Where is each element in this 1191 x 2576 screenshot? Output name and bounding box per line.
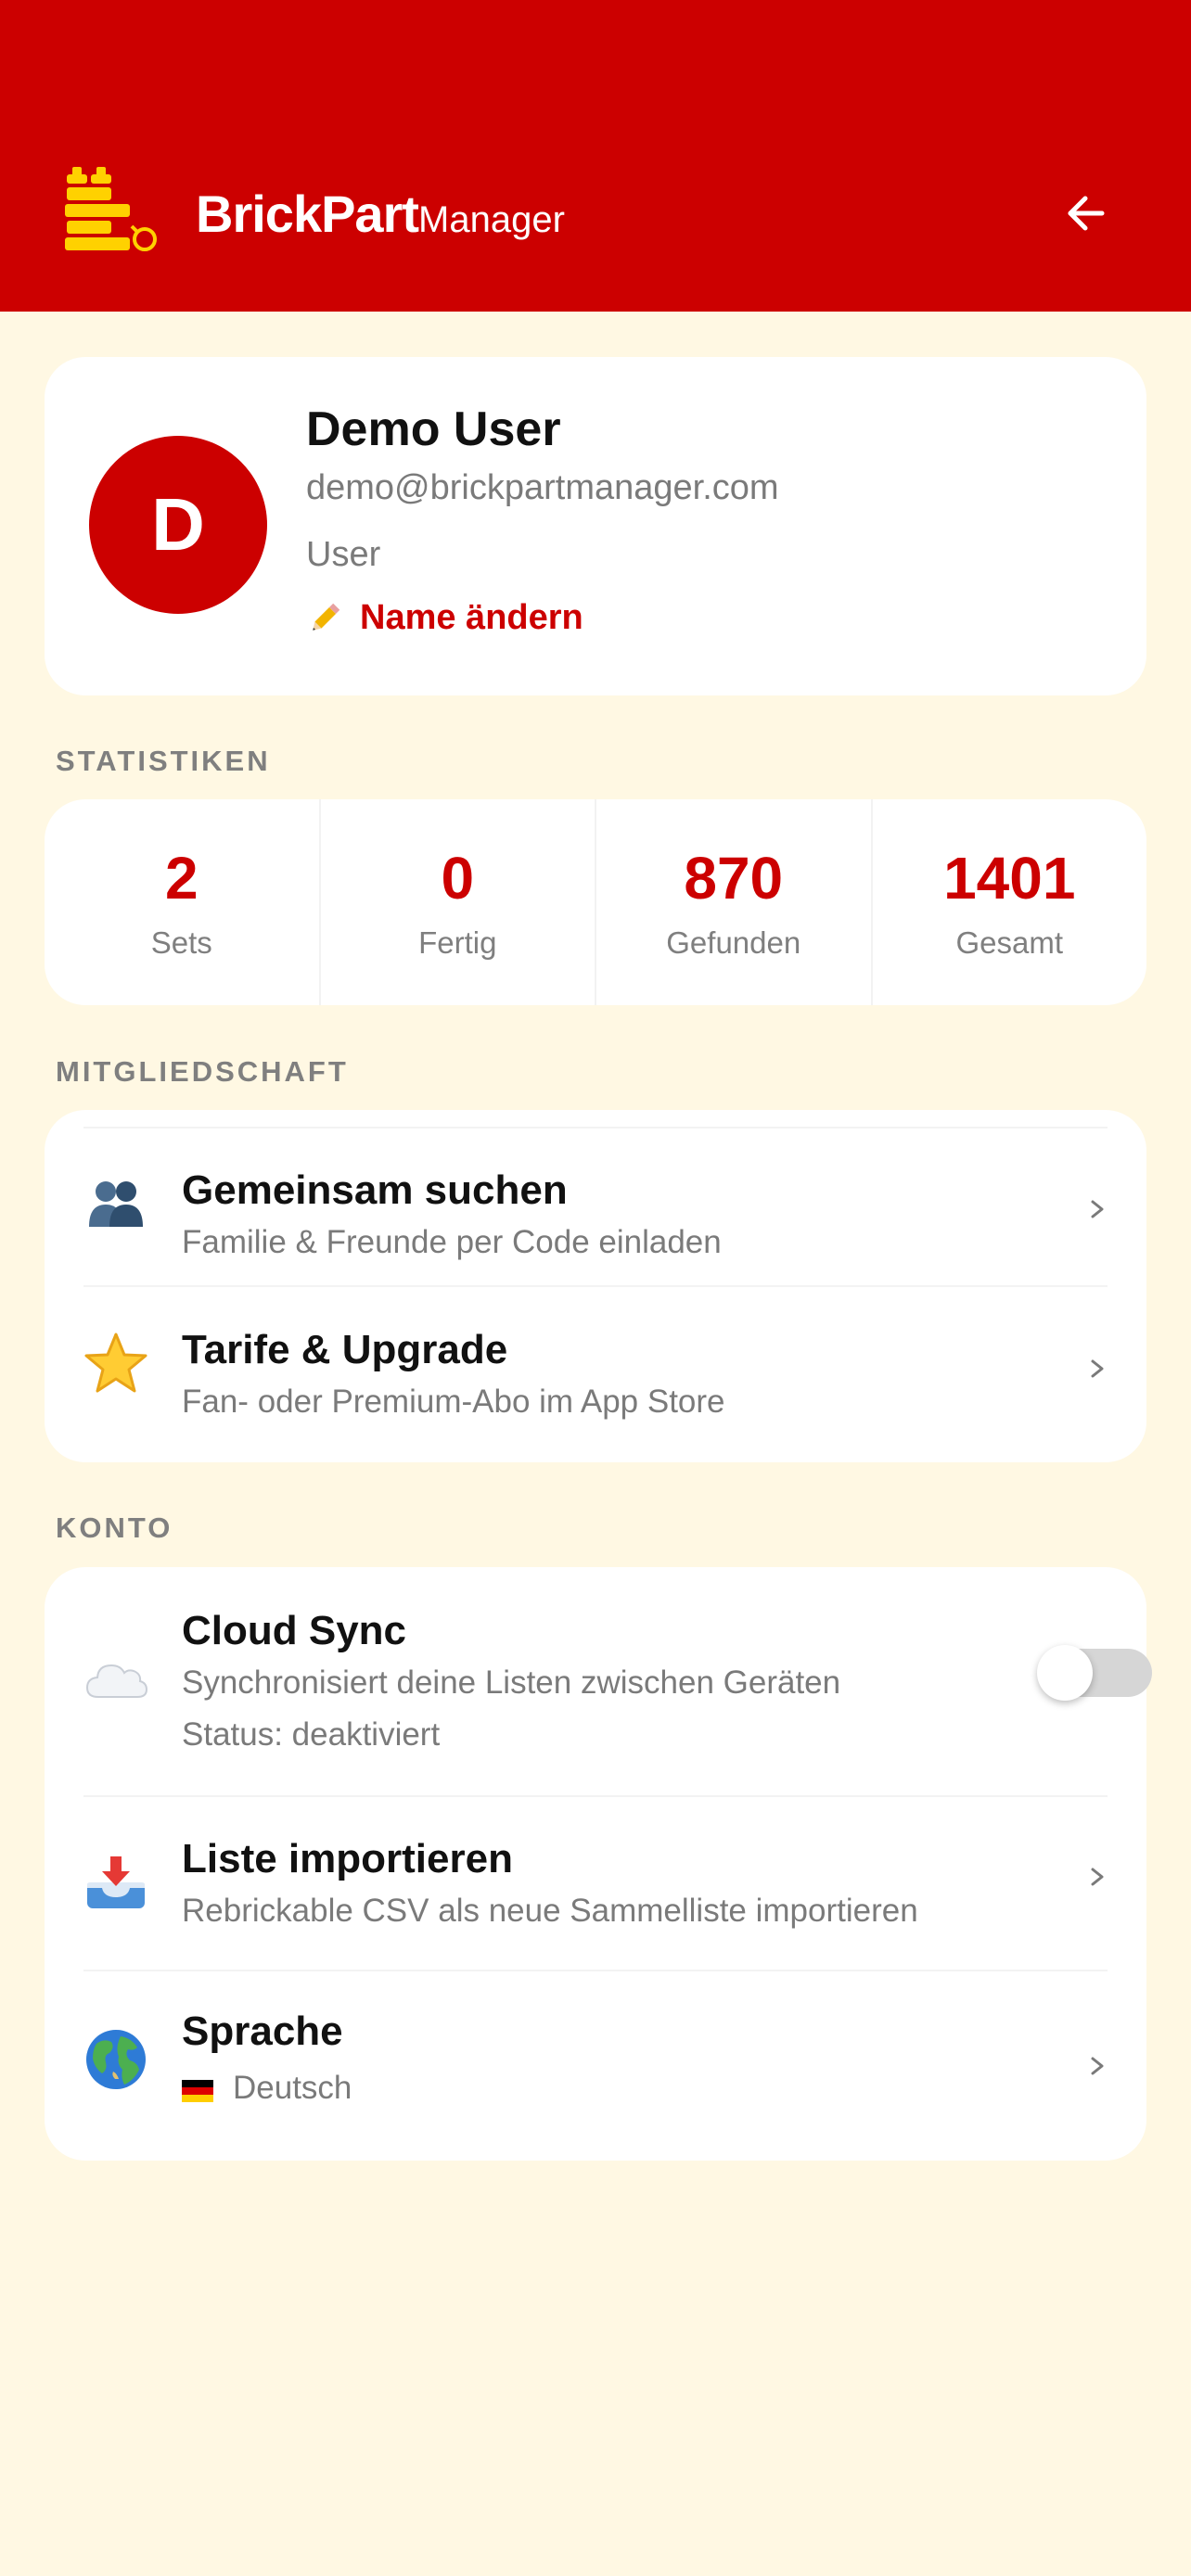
inbox-tray-icon [87, 1856, 145, 1908]
import-list-row[interactable]: Liste importieren Rebrickable CSV als ne… [45, 1797, 1146, 1970]
row-subtitle: Rebrickable CSV als neue Sammelliste imp… [182, 1893, 918, 1929]
stat-label: Gesamt [955, 925, 1064, 960]
edit-name-button[interactable]: Name ändern [306, 598, 583, 638]
brick-search-logo-icon [65, 167, 157, 251]
people-icon [89, 1181, 143, 1227]
brand-title: BrickPartManager [196, 184, 565, 244]
stat-value: 1401 [943, 845, 1076, 912]
section-label-membership: MITGLIEDSCHAFT [56, 1055, 349, 1088]
toggle-knob [1037, 1645, 1093, 1701]
profile-email: demo@brickpartmanager.com [306, 468, 779, 507]
account-card: Cloud Sync Synchronisiert deine Listen z… [45, 1567, 1152, 2161]
row-title: Tarife & Upgrade [182, 1327, 508, 1372]
row-subtitle: Familie & Freunde per Code einladen [182, 1224, 722, 1260]
row-title: Liste importieren [182, 1836, 513, 1881]
stats-card: 2 Sets 0 Fertig 870 Gefunden 1401 Gesamt [45, 799, 1146, 1005]
profile-name: Demo User [306, 402, 561, 456]
share-search-row[interactable]: Gemeinsam suchen Familie & Freunde per C… [45, 1129, 1146, 1286]
stat-total: 1401 Gesamt [873, 799, 1147, 1005]
avatar: D [89, 436, 267, 614]
pencil-icon [313, 603, 340, 631]
plans-upgrade-row[interactable]: Tarife & Upgrade Fan- oder Premium-Abo i… [45, 1286, 1146, 1462]
chevron-right-icon [1091, 1868, 1104, 1886]
stat-found: 870 Gefunden [596, 799, 873, 1005]
german-flag-icon [182, 2080, 213, 2102]
chevron-right-icon [1091, 1200, 1104, 1218]
stat-done: 0 Fertig [321, 799, 596, 1005]
stat-label: Sets [150, 925, 212, 960]
app-header: BrickPartManager [0, 0, 1191, 312]
edit-name-label: Name ändern [360, 598, 583, 637]
brand-title-bold: BrickPart [196, 185, 419, 243]
stat-value: 2 [164, 845, 198, 912]
cloud-sync-status: Status: deaktiviert [182, 1716, 441, 1753]
language-row[interactable]: Sprache Deutsch [45, 1971, 1146, 2161]
globe-icon [86, 2030, 146, 2089]
row-subtitle: Fan- oder Premium-Abo im App Store [182, 1384, 725, 1420]
stat-label: Gefunden [666, 925, 801, 960]
cloud-sync-toggle[interactable] [1037, 1645, 1152, 1701]
row-title: Sprache [182, 2009, 343, 2054]
profile-card: D Demo User demo@brickpartmanager.com Us… [45, 357, 1146, 695]
arrow-left-icon [1068, 196, 1105, 231]
row-subtitle: Synchronisiert deine Listen zwischen Ger… [182, 1664, 841, 1701]
stat-label: Fertig [418, 925, 497, 960]
section-label-stats: STATISTIKEN [56, 745, 271, 777]
brand-title-light: Manager [418, 199, 565, 240]
stat-sets: 2 Sets [45, 799, 321, 1005]
language-value: Deutsch [233, 2070, 352, 2106]
stat-value: 0 [441, 845, 475, 912]
chevron-right-icon [1091, 2057, 1104, 2075]
cloud-sync-row: Cloud Sync Synchronisiert deine Listen z… [45, 1567, 1152, 1795]
row-title: Gemeinsam suchen [182, 1167, 568, 1213]
section-label-account: KONTO [56, 1511, 173, 1544]
profile-role: User [306, 535, 381, 574]
cloud-icon [85, 1664, 148, 1698]
row-title: Cloud Sync [182, 1608, 407, 1653]
star-icon [84, 1333, 147, 1393]
chevron-right-icon [1091, 1359, 1104, 1378]
stat-value: 870 [684, 845, 784, 912]
back-button[interactable] [1057, 185, 1117, 245]
membership-card: Gemeinsam suchen Familie & Freunde per C… [45, 1110, 1146, 1462]
